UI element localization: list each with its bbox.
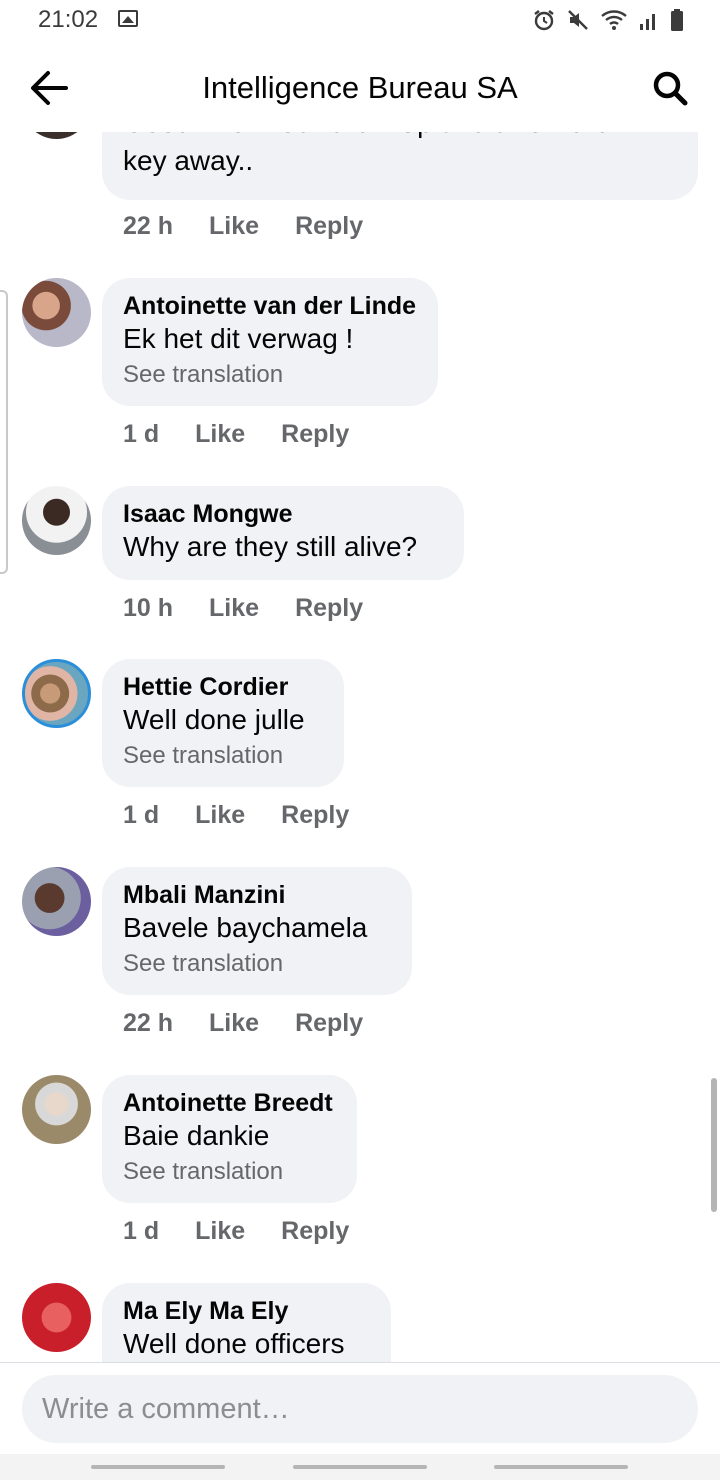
reply-button[interactable]: Reply <box>295 1009 363 1038</box>
comment-text: Well done officers <box>123 1328 345 1359</box>
reply-button[interactable]: Reply <box>281 801 349 830</box>
comment-time: 1 d <box>123 1217 160 1245</box>
status-icons <box>532 8 684 32</box>
wifi-icon <box>601 10 627 30</box>
nav-home-button[interactable] <box>293 1465 427 1469</box>
comment-composer <box>0 1362 720 1454</box>
status-bar: 21:02 <box>0 0 720 42</box>
reply-button[interactable]: Reply <box>281 420 349 449</box>
comment-bubble[interactable]: Good ..now lock them up and throw the ke… <box>102 132 698 200</box>
comment-actions: 10 h Like Reply <box>123 594 363 623</box>
like-button[interactable]: Like <box>195 1217 245 1246</box>
avatar[interactable] <box>22 1075 91 1144</box>
comment-bubble[interactable]: Ma Ely Ma Ely Well done officers <box>102 1283 391 1362</box>
scrollbar[interactable] <box>711 1078 717 1212</box>
reply-button[interactable]: Reply <box>281 1217 349 1246</box>
like-button[interactable]: Like <box>209 212 259 241</box>
search-icon <box>653 71 688 106</box>
comment-actions: 1 d Like Reply <box>123 801 349 830</box>
comment-text: Why are they still alive? <box>123 531 418 562</box>
see-translation-link[interactable]: See translation <box>123 358 416 392</box>
avatar[interactable] <box>22 867 91 936</box>
avatar[interactable] <box>22 1283 91 1352</box>
comment-text: Baie dankie <box>123 1120 270 1151</box>
comment-author[interactable]: Antoinette Breedt <box>123 1089 335 1117</box>
comment-text: Ek het dit verwag ! <box>123 323 354 354</box>
comment-actions: 22 h Like Reply <box>123 1009 363 1038</box>
nav-back-button[interactable] <box>494 1465 628 1469</box>
comment-time: 1 d <box>123 420 160 448</box>
comment-author[interactable]: Antoinette van der Linde <box>123 292 416 320</box>
comment-time: 22 h <box>123 212 174 240</box>
page-title: Intelligence Bureau SA <box>202 70 518 105</box>
see-translation-link[interactable]: See translation <box>123 739 322 773</box>
comment-text: Good ..now lock them up and throw the <box>123 132 676 142</box>
comment-author[interactable]: Isaac Mongwe <box>123 500 442 528</box>
comment-actions: 1 d Like Reply <box>123 1217 349 1246</box>
comment-bubble[interactable]: Antoinette van der Linde Ek het dit verw… <box>102 278 438 406</box>
comment-author[interactable]: Ma Ely Ma Ely <box>123 1297 369 1325</box>
comment-time: 10 h <box>123 594 174 622</box>
comment-time: 1 d <box>123 801 160 829</box>
mute-icon <box>568 10 588 30</box>
nav-recents-button[interactable] <box>91 1465 225 1469</box>
comment-bubble[interactable]: Hettie Cordier Well done julle See trans… <box>102 659 344 787</box>
comment-actions: 1 d Like Reply <box>123 420 349 449</box>
avatar[interactable] <box>22 278 91 347</box>
reply-button[interactable]: Reply <box>295 212 363 241</box>
comment-bubble[interactable]: Antoinette Breedt Baie dankie See transl… <box>102 1075 357 1203</box>
comment-text: Well done julle <box>123 704 305 735</box>
see-translation-link[interactable]: See translation <box>123 1155 335 1189</box>
comment-actions: 22 h Like Reply <box>123 212 363 241</box>
like-button[interactable]: Like <box>209 1009 259 1038</box>
gallery-notification-icon <box>118 10 138 27</box>
battery-icon <box>671 9 683 31</box>
comment-bubble[interactable]: Isaac Mongwe Why are they still alive? <box>102 486 464 580</box>
search-button[interactable] <box>650 68 690 108</box>
comment-author[interactable]: Mbali Manzini <box>123 881 390 909</box>
see-translation-link[interactable]: See translation <box>123 947 390 981</box>
alarm-icon <box>534 10 554 31</box>
like-button[interactable]: Like <box>195 801 245 830</box>
comment-bubble[interactable]: Mbali Manzini Bavele baychamela See tran… <box>102 867 412 995</box>
like-button[interactable]: Like <box>195 420 245 449</box>
avatar[interactable] <box>22 486 91 555</box>
comment-text: key away.. <box>123 145 254 176</box>
comment-author[interactable]: Hettie Cordier <box>123 673 322 701</box>
signal-icon <box>640 14 655 30</box>
system-nav-bar <box>0 1454 720 1480</box>
comment-input[interactable] <box>22 1375 698 1443</box>
avatar[interactable] <box>22 132 91 139</box>
status-time: 21:02 <box>38 6 99 33</box>
comment-text: Bavele baychamela <box>123 912 368 943</box>
comment-time: 22 h <box>123 1009 174 1037</box>
comments-list[interactable]: Good ..now lock them up and throw the ke… <box>0 132 720 1362</box>
app-header: Intelligence Bureau SA <box>0 48 720 132</box>
avatar[interactable] <box>22 659 91 728</box>
reply-button[interactable]: Reply <box>295 594 363 623</box>
like-button[interactable]: Like <box>209 594 259 623</box>
